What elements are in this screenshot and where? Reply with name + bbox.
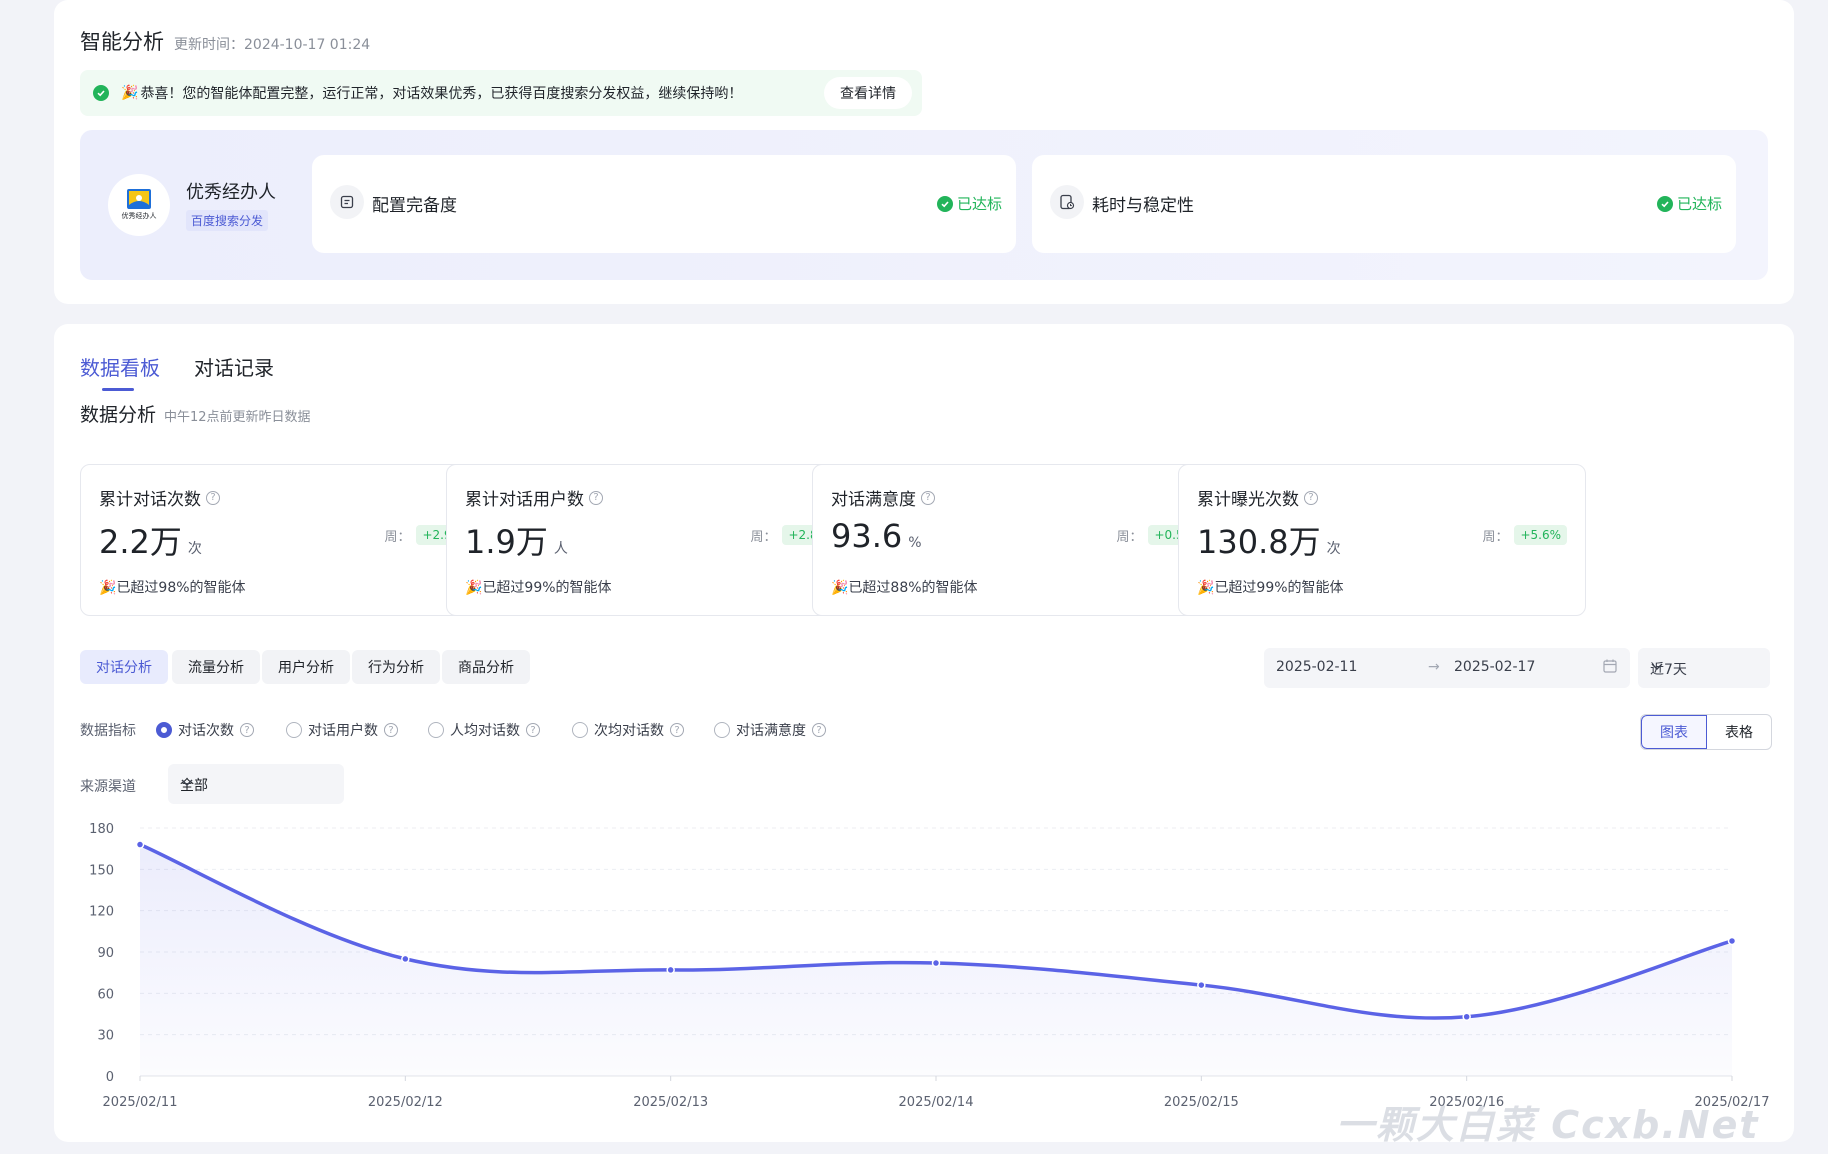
x-tick-label: 2025/02/14 — [899, 1095, 974, 1110]
data-point[interactable] — [135, 840, 145, 849]
y-tick-label: 150 — [89, 863, 114, 878]
x-tick-label: 2025/02/12 — [368, 1095, 443, 1110]
data-point[interactable] — [666, 965, 675, 975]
y-tick-label: 60 — [97, 987, 114, 1002]
data-point[interactable] — [1727, 936, 1737, 946]
y-tick-label: 30 — [97, 1029, 114, 1044]
y-tick-label: 180 — [89, 822, 114, 837]
line-chart: 0 30 60 90 120 150 180 2025/02/11 2025/02/12 2025… — [89, 822, 1769, 1110]
data-point[interactable] — [931, 958, 941, 968]
x-tick-label: 2025/02/13 — [633, 1095, 708, 1110]
x-tick-label: 2025/02/15 — [1164, 1095, 1239, 1110]
watermark: 一颗大白菜 Ccxb.Net — [1336, 1103, 1760, 1147]
data-point[interactable] — [1462, 1012, 1471, 1022]
data-point[interactable] — [1197, 980, 1206, 990]
y-tick-label: 90 — [97, 946, 114, 961]
data-point[interactable] — [401, 954, 410, 964]
y-tick-label: 120 — [89, 905, 114, 920]
x-tick-label: 2025/02/11 — [103, 1095, 178, 1110]
y-tick-label: 0 — [106, 1070, 114, 1085]
